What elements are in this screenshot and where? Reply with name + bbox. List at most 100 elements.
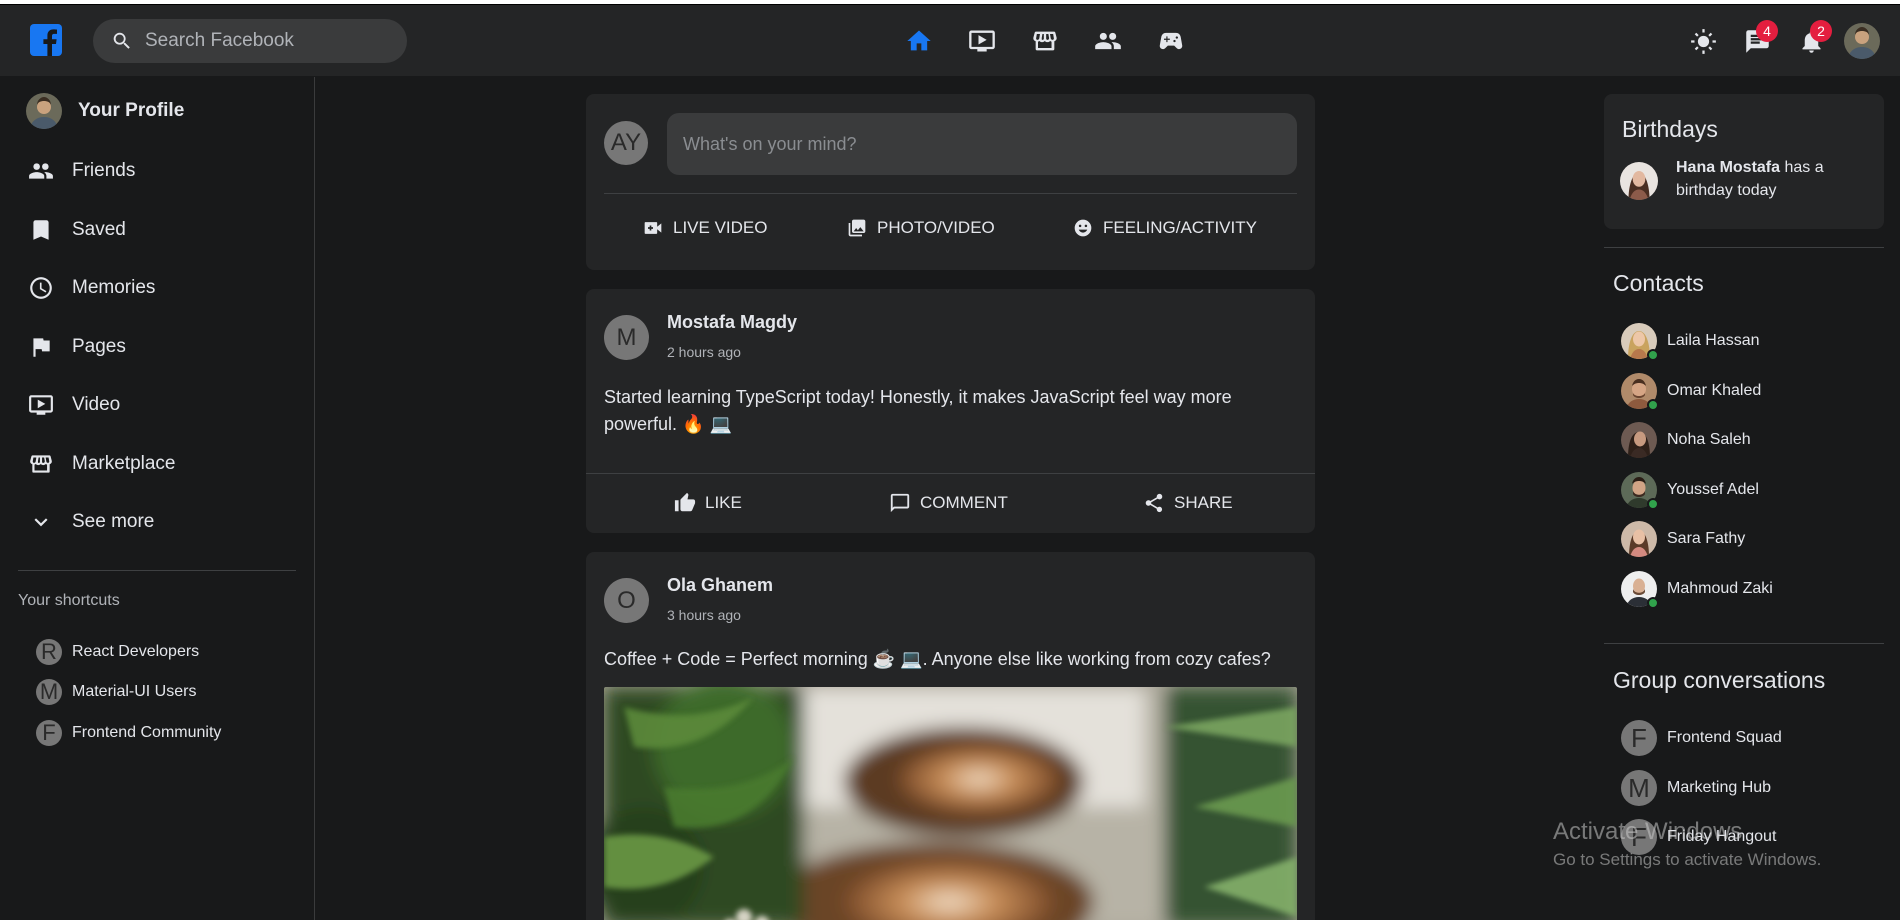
bookmark-icon [26,215,56,245]
contact-name: Omar Khaled [1667,382,1762,399]
birthday-notice[interactable]: Hana Mostafa has a birthday today [1676,156,1871,202]
notifications-badge: 2 [1810,20,1832,42]
post-text: Started learning TypeScript today! Hones… [604,387,1232,434]
shortcut-avatar: M [36,679,62,705]
contact-item[interactable]: Laila Hassan [1621,323,1760,361]
messages-button[interactable]: 4 [1730,20,1784,61]
marketplace-icon[interactable] [1013,23,1076,59]
home-icon[interactable] [887,23,950,59]
contact-name: Mahmoud Zaki [1667,580,1773,597]
contact-item[interactable]: Mahmoud Zaki [1621,571,1773,609]
clock-icon [26,273,56,303]
online-status-indicator [1647,399,1659,411]
contact-item[interactable]: Sara Fathy [1621,521,1745,557]
messages-badge: 4 [1756,20,1778,42]
right-divider [1604,247,1884,248]
birthdays-heading: Birthdays [1622,116,1718,142]
search-input[interactable] [145,30,375,52]
sidebar-item-label: See more [72,511,155,532]
friends-icon [26,156,56,186]
main-nav [887,23,1202,59]
thumbs-up-icon [674,492,696,512]
sidebar-item-marketplace[interactable]: Marketplace [26,449,176,479]
sidebar-item-label: Memories [72,277,156,298]
top-right-actions: 4 2 [1676,20,1880,61]
post-card: O Ola Ghanem 3 hours ago Coffee + Code =… [586,552,1315,920]
post-composer: AY LIVE VIDEO PHOTO/VIDEO FEELING/ACTIVI… [586,94,1315,270]
sidebar-item-label: Marketplace [72,453,176,474]
composer-divider [604,193,1297,194]
comment-button[interactable]: COMMENT [889,492,1008,514]
online-status-indicator [1647,349,1659,361]
birthdays-card: Birthdays Hana Mostafa has a birthday to… [1604,94,1884,229]
contact-item[interactable]: Noha Saleh [1621,422,1751,458]
video-icon[interactable] [950,23,1013,59]
share-label: SHARE [1174,493,1233,512]
post-author[interactable]: Mostafa Magdy [667,312,797,333]
group-conversation-item[interactable]: F Friday Hangout [1621,819,1776,855]
group-name: Frontend Squad [1667,729,1782,746]
video-icon [26,390,56,420]
like-button[interactable]: LIKE [674,492,742,514]
top-navigation-bar: 4 2 [0,4,1900,76]
live-video-button[interactable]: LIVE VIDEO [643,212,767,244]
avatar: M [604,315,649,360]
shortcut-item[interactable]: R React Developers [36,639,199,665]
post-image[interactable] [604,687,1297,920]
sidebar-item-pages[interactable]: Pages [26,332,126,362]
live-video-label: LIVE VIDEO [673,218,768,237]
status-input[interactable] [667,113,1297,175]
sidebar-item-profile[interactable]: Your Profile [26,93,184,129]
contact-item[interactable]: Youssef Adel [1621,472,1759,510]
birthday-name: Hana Mostafa [1676,159,1781,176]
avatar: O [604,578,649,623]
post-divider [586,473,1315,474]
sidebar-item-video[interactable]: Video [26,390,120,420]
share-button[interactable]: SHARE [1143,492,1233,514]
photo-library-icon [848,219,866,237]
theme-toggle-button[interactable] [1676,21,1730,61]
shortcut-item[interactable]: M Material-UI Users [36,679,196,705]
contact-item[interactable]: Omar Khaled [1621,373,1762,411]
facebook-logo-icon[interactable] [30,24,62,56]
post-author[interactable]: Ola Ghanem [667,575,773,596]
post-timestamp[interactable]: 2 hours ago [667,344,741,360]
flag-icon [26,332,56,362]
online-status-indicator [1647,498,1659,510]
group-conversation-item[interactable]: M Marketing Hub [1621,770,1771,806]
sidebar-item-memories[interactable]: Memories [26,273,155,303]
account-avatar[interactable] [1844,23,1880,59]
comment-label: COMMENT [920,493,1008,512]
shortcut-avatar: F [36,720,62,746]
contact-name: Sara Fathy [1667,530,1746,547]
sidebar-item-label: Pages [72,336,126,357]
emoji-icon [1074,219,1092,237]
sidebar-item-label: Friends [72,160,136,181]
sun-icon [1690,28,1716,54]
contact-name: Youssef Adel [1667,481,1759,498]
photo-video-button[interactable]: PHOTO/VIDEO [847,212,995,244]
group-avatar: F [1621,720,1657,756]
group-avatar: M [1621,770,1657,806]
like-label: LIKE [705,493,742,512]
feeling-activity-button[interactable]: FEELING/ACTIVITY [1073,212,1257,244]
sidebar-item-saved[interactable]: Saved [26,215,126,245]
gaming-icon[interactable] [1139,23,1202,59]
search-bar[interactable] [93,19,407,63]
avatar [26,93,62,129]
sidebar-item-see-more[interactable]: See more [26,507,154,537]
shortcut-avatar: R [36,639,62,665]
shortcut-item[interactable]: F Frontend Community [36,720,221,746]
sidebar-divider [18,570,296,571]
post-timestamp[interactable]: 3 hours ago [667,607,741,623]
feeling-activity-label: FEELING/ACTIVITY [1103,218,1257,237]
shortcut-label: Material-UI Users [72,683,197,700]
right-divider [1604,643,1884,644]
group-conversation-item[interactable]: F Frontend Squad [1621,720,1782,756]
groups-icon[interactable] [1076,23,1139,59]
post-card: M Mostafa Magdy 2 hours ago Started lear… [586,289,1315,533]
notifications-button[interactable]: 2 [1784,20,1838,61]
sidebar-item-friends[interactable]: Friends [26,156,135,186]
contacts-heading: Contacts [1613,270,1704,296]
photo-video-label: PHOTO/VIDEO [877,218,995,237]
